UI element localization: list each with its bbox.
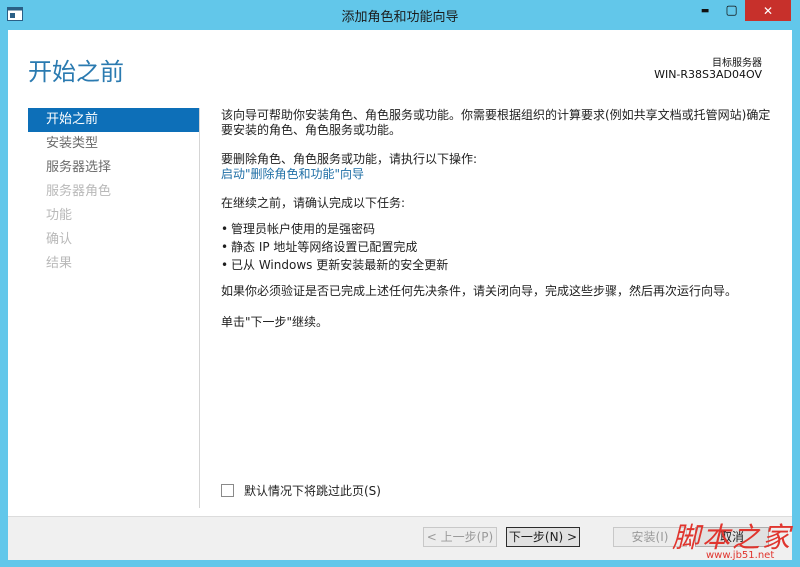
skip-page-label[interactable]: 默认情况下将跳过此页(S) <box>244 482 381 499</box>
task-list: 管理员帐户使用的是强密码 静态 IP 地址等网络设置已配置完成 已从 Windo… <box>221 220 776 274</box>
close-button[interactable]: ✕ <box>745 0 791 21</box>
nav-item-confirmation: 确认 <box>46 232 73 247</box>
wizard-body: 开始之前 目标服务器 WIN-R38S3AD04OV 开始之前 安装类型 服务器… <box>8 30 792 560</box>
skip-page-checkbox[interactable] <box>221 484 234 497</box>
remove-prompt: 要删除角色、角色服务或功能，请执行以下操作: <box>221 152 478 166</box>
next-button[interactable]: 下一步(N) > <box>506 527 580 547</box>
close-icon: ✕ <box>762 3 774 18</box>
verify-text: 如果你必须验证是否已完成上述任何先决条件，请关闭向导，完成这些步骤，然后再次运行… <box>221 284 738 298</box>
nav-item-installation-type[interactable]: 安装类型 <box>28 132 200 156</box>
watermark-url: www.jb51.net <box>706 550 775 561</box>
list-item: 管理员帐户使用的是强密码 <box>221 220 776 238</box>
list-item: 静态 IP 地址等网络设置已配置完成 <box>221 238 776 256</box>
minimize-icon: ▬ <box>700 5 710 16</box>
nav-item-server-roles: 服务器角色 <box>46 184 112 199</box>
confirm-prompt: 在继续之前，请确认完成以下任务: <box>221 196 406 210</box>
destination-server-label: 目标服务器 <box>712 58 762 69</box>
page-title: 开始之前 <box>28 58 124 86</box>
remove-roles-link[interactable]: 启动"删除角色和功能"向导 <box>221 167 364 181</box>
destination-server-name: WIN-R38S3AD04OV <box>654 68 762 81</box>
previous-button[interactable]: < 上一步(P) <box>423 527 497 547</box>
nav-item-results: 结果 <box>46 256 73 271</box>
window-title: 添加角色和功能向导 <box>341 10 459 25</box>
maximize-icon: ▢ <box>725 3 738 18</box>
nav-divider <box>199 108 200 508</box>
maximize-button[interactable]: ▢ <box>718 0 745 21</box>
minimize-button[interactable]: ▬ <box>692 0 718 21</box>
intro-text-line2: 要安装的角色、角色服务或功能。 <box>221 123 402 137</box>
nav-item-server-selection[interactable]: 服务器选择 <box>28 156 200 180</box>
list-item: 已从 Windows 更新安装最新的安全更新 <box>221 256 776 274</box>
skip-page-option[interactable]: 默认情况下将跳过此页(S) <box>221 482 381 499</box>
site-watermark: 脚本之家 www.jb51.net <box>660 514 800 567</box>
nav-item-before-you-begin[interactable]: 开始之前 <box>28 108 200 132</box>
wizard-window: 添加角色和功能向导 ▬ ▢ ✕ 开始之前 目标服务器 WIN-R38S3AD04… <box>0 0 800 567</box>
wizard-nav: 开始之前 安装类型 服务器选择 服务器角色 功能 确认 结果 <box>28 108 200 276</box>
intro-text-line1: 该向导可帮助你安装角色、角色服务或功能。你需要根据组织的计算要求(例如共享文档或… <box>221 108 771 122</box>
next-hint: 单击"下一步"继续。 <box>221 315 329 329</box>
title-bar[interactable]: 添加角色和功能向导 ▬ ▢ ✕ <box>0 0 800 30</box>
nav-item-features: 功能 <box>46 208 73 223</box>
content-pane: 该向导可帮助你安装角色、角色服务或功能。你需要根据组织的计算要求(例如共享文档或… <box>221 108 776 330</box>
